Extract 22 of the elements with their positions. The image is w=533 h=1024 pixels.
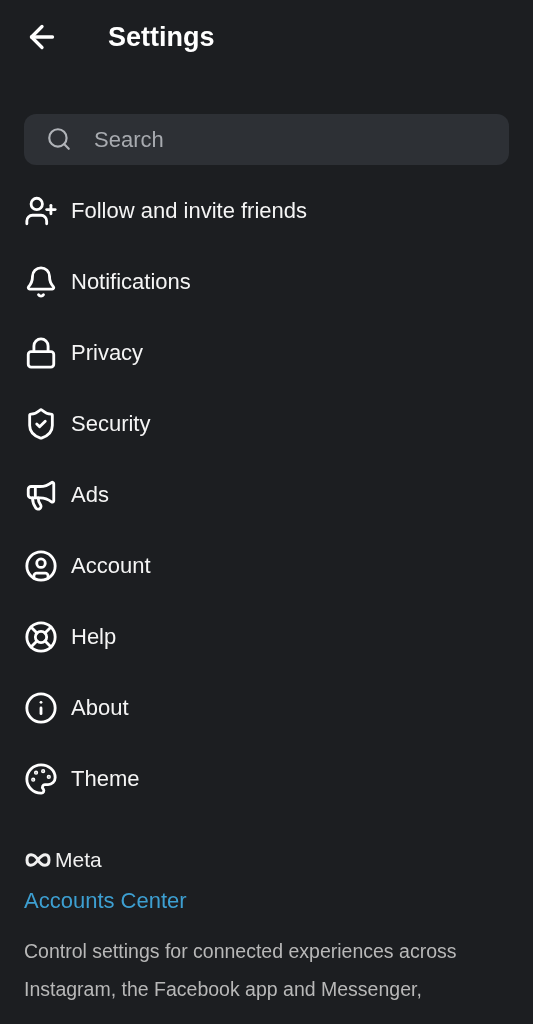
logo-text: Meta (55, 848, 102, 872)
search-icon (46, 126, 72, 152)
page-title: Settings (108, 21, 215, 53)
lifebuoy-icon (24, 619, 58, 654)
accounts-center-link[interactable]: Accounts Center (24, 888, 509, 914)
bell-icon (24, 264, 58, 299)
search-field[interactable]: Search (24, 114, 509, 165)
settings-item[interactable]: Account (0, 530, 533, 601)
info-icon (24, 690, 58, 725)
settings-item[interactable]: Help (0, 601, 533, 672)
settings-item[interactable]: About (0, 672, 533, 743)
settings-item[interactable]: Ads (0, 459, 533, 530)
lock-icon (24, 335, 58, 370)
settings-item[interactable]: Privacy (0, 317, 533, 388)
palette-icon (24, 761, 58, 796)
settings-item[interactable]: Notifications (0, 246, 533, 317)
infinity-logo-icon (24, 852, 52, 868)
settings-item[interactable]: Security (0, 388, 533, 459)
user-circle-icon (24, 548, 58, 583)
settings-item[interactable]: Follow and invite friends (0, 175, 533, 246)
description-text: Control settings for connected experiences across Instagram, the Facebook app and Messenger, (24, 939, 458, 1002)
settings-item[interactable]: Theme (0, 743, 533, 814)
